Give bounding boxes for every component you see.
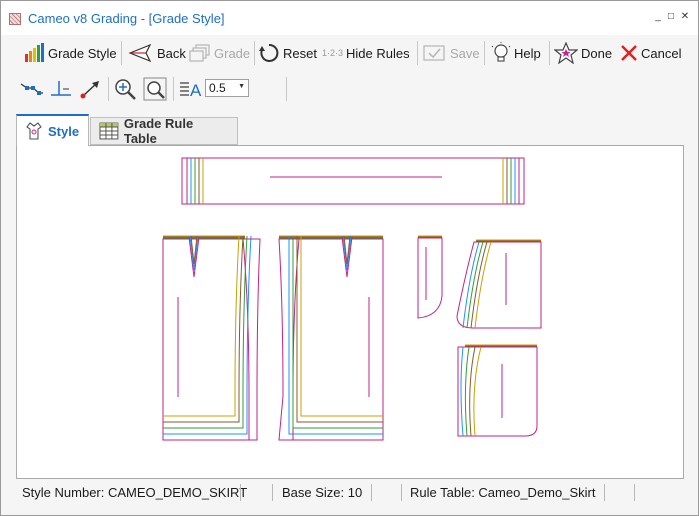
status-divider: [634, 484, 635, 501]
app-window: Cameo v8 Grading - [Grade Style] _ □ ✕ G…: [0, 0, 699, 516]
tab-grade-rule-table-label: Grade Rule Table: [123, 116, 194, 146]
status-divider: [401, 484, 402, 501]
back-arrow-icon: [128, 43, 152, 63]
toolbar-divider: [173, 77, 174, 101]
status-style-number: Style Number: CAMEO_DEMO_SKIRT: [22, 485, 248, 500]
move-point-tool-button[interactable]: [79, 75, 103, 103]
tab-style-label: Style: [48, 123, 80, 139]
chevron-down-icon: ▼: [238, 83, 245, 90]
table-grid-icon: [99, 122, 119, 140]
status-divider: [604, 484, 605, 501]
grade-layers-icon: [189, 44, 210, 62]
status-divider: [240, 484, 241, 501]
cancel-x-icon: [621, 45, 637, 61]
grade-style-label: Grade Style: [48, 45, 117, 61]
scale-select-value: 0.5: [209, 81, 226, 95]
toolbar-divider: [121, 41, 122, 65]
zoom-in-icon: [115, 79, 136, 100]
diagonal-arrow-icon: [80, 81, 99, 99]
angle-tool-button[interactable]: [49, 75, 73, 103]
zoom-in-button[interactable]: [113, 75, 137, 103]
toolbar-divider: [254, 41, 255, 65]
tab-grade-rule-table[interactable]: Grade Rule Table: [90, 116, 238, 146]
lightbulb-icon: [491, 42, 511, 62]
done-label: Done: [581, 45, 613, 61]
status-base-size: Base Size: 10: [282, 485, 363, 500]
text-size-icon: A: [180, 81, 202, 100]
save-check-icon: [423, 45, 445, 61]
title-bar: Cameo v8 Grading - [Grade Style] _ □ ✕: [1, 1, 698, 35]
grade-button[interactable]: Grade: [189, 39, 250, 67]
reset-circular-arrow-icon: [259, 43, 279, 62]
bar-chart-icon: [25, 43, 44, 62]
lower-pocket-piece[interactable]: [457, 344, 538, 437]
scale-select[interactable]: 0.5 ▼: [205, 79, 249, 97]
cancel-label: Cancel: [641, 45, 682, 61]
status-rule-table: Rule Table: Cameo_Demo_Skirt: [410, 485, 596, 500]
toolbar-divider: [108, 77, 109, 101]
status-divider: [371, 484, 372, 501]
window-title: Cameo v8 Grading - [Grade Style]: [28, 11, 225, 26]
done-button[interactable]: Done: [554, 39, 612, 67]
waistband-piece[interactable]: [181, 157, 525, 205]
upper-pocket-piece[interactable]: [456, 239, 542, 329]
reset-button[interactable]: Reset: [258, 39, 317, 67]
garment-style-icon: [26, 122, 42, 140]
save-label: Save: [450, 45, 480, 61]
help-button[interactable]: Help: [491, 39, 541, 67]
help-label: Help: [514, 45, 541, 61]
status-bar: Style Number: CAMEO_DEMO_SKIRT Base Size…: [16, 482, 684, 504]
facing-piece[interactable]: [417, 235, 443, 319]
cancel-button[interactable]: Cancel: [620, 39, 681, 67]
toolbar-divider: [417, 41, 418, 65]
tab-style[interactable]: Style: [16, 114, 89, 146]
toolbar-divider: [549, 41, 550, 65]
star-icon: [554, 42, 578, 64]
status-divider: [272, 484, 273, 501]
hide-rules-button[interactable]: 1·2·3 Hide Rules: [322, 39, 410, 67]
main-toolbar: Grade Style Back Grade Reset 1·2·3 Hide …: [1, 35, 698, 71]
zoom-fit-icon: [143, 77, 167, 101]
grade-style-button[interactable]: Grade Style: [23, 39, 117, 67]
svg-text:A: A: [190, 81, 202, 100]
angle-icon: [51, 81, 71, 96]
reset-label: Reset: [283, 45, 317, 61]
text-size-tool-button[interactable]: A: [179, 75, 203, 103]
hide-rules-label: Hide Rules: [346, 45, 410, 61]
grade-label: Grade: [214, 45, 251, 61]
toolbar-divider: [484, 41, 485, 65]
back-label: Back: [157, 45, 186, 61]
back-button[interactable]: Back: [128, 39, 186, 67]
maximize-button[interactable]: □: [665, 11, 677, 22]
toolbar-divider: [286, 77, 287, 101]
grade-points-icon: [20, 83, 43, 95]
pattern-canvas[interactable]: [16, 145, 684, 479]
back-skirt-piece[interactable]: [278, 235, 384, 441]
app-logo-icon: [9, 13, 21, 25]
minimize-button[interactable]: _: [652, 11, 664, 22]
pattern-drawing: [162, 157, 542, 441]
grade-points-tool-button[interactable]: [19, 75, 45, 103]
close-button[interactable]: ✕: [679, 11, 691, 22]
save-button[interactable]: Save: [423, 39, 480, 67]
zoom-fit-button[interactable]: [143, 75, 167, 103]
tools-toolbar: A 0.5 ▼: [1, 71, 698, 107]
front-skirt-piece[interactable]: [162, 235, 261, 441]
rule-numbers-icon: 1·2·3: [322, 48, 344, 58]
